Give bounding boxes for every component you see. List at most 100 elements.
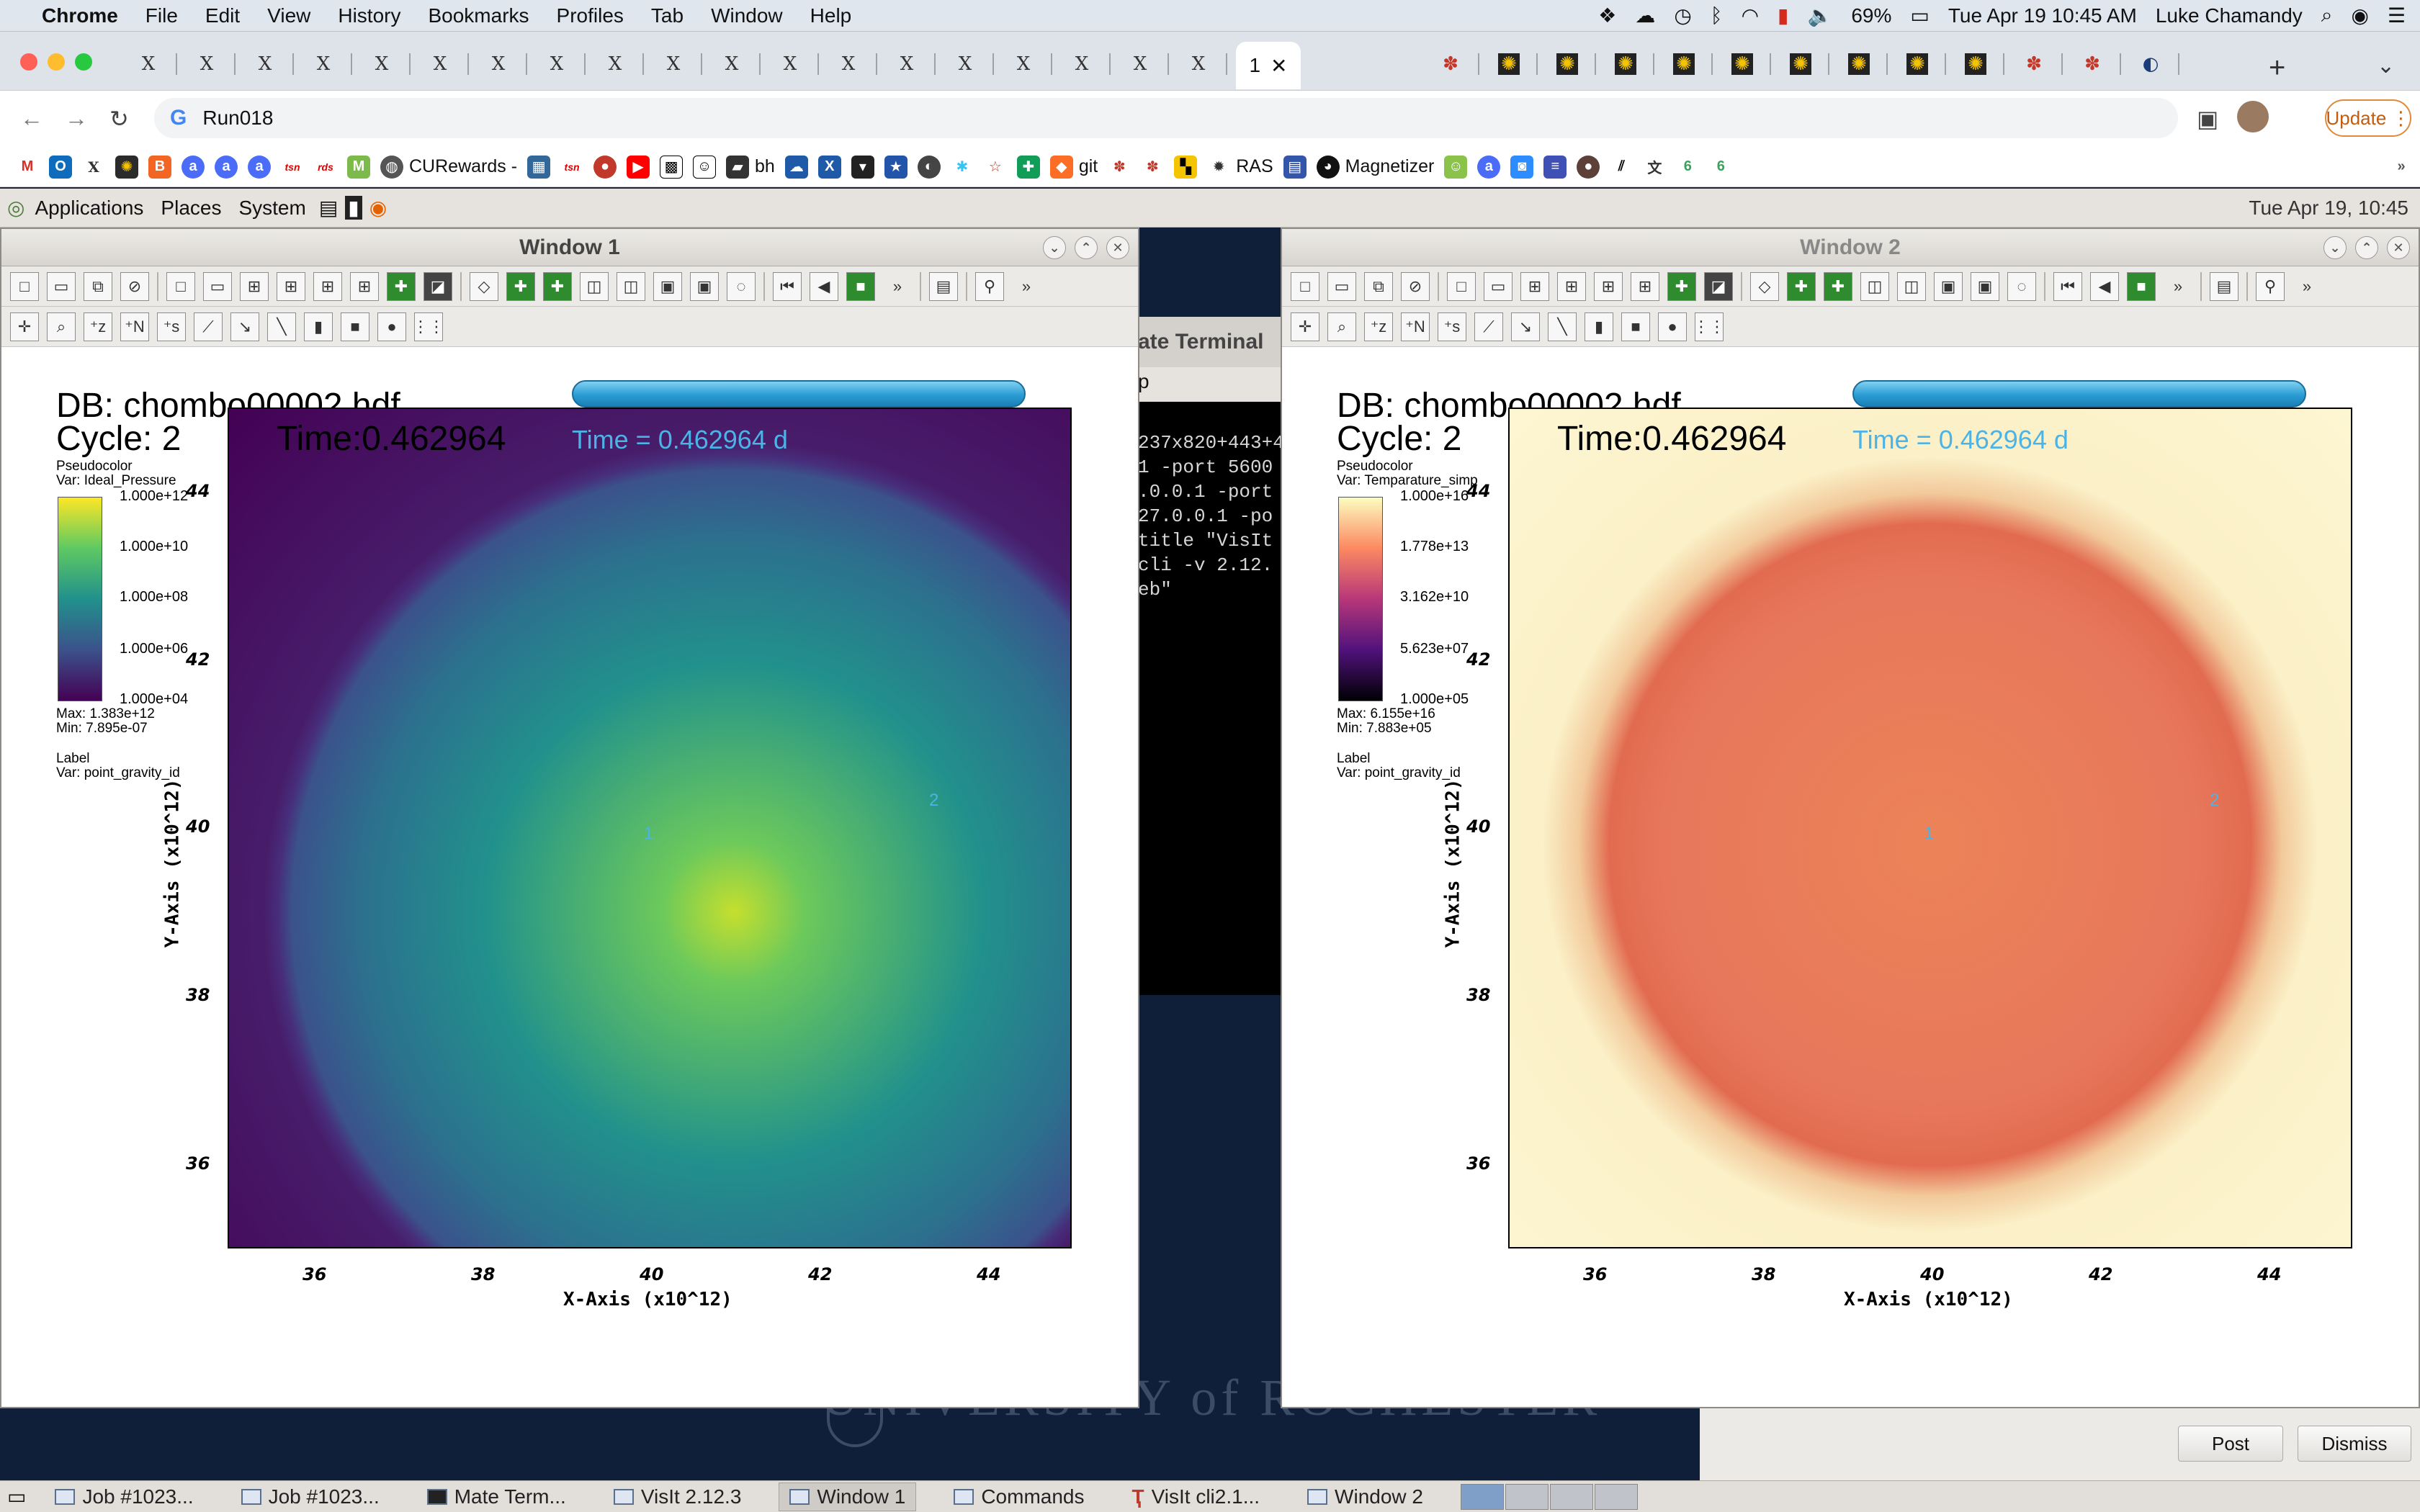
post-button[interactable]: Post [2178, 1426, 2283, 1462]
window-1-titlebar[interactable]: Window 1 ⌄ ⌃ ✕ [1, 229, 1138, 266]
tab[interactable]: X [295, 43, 352, 85]
tab[interactable]: X [995, 43, 1052, 85]
taskbar-item[interactable]: Mate Term... [417, 1482, 576, 1511]
flag-icon[interactable]: ▮ [1778, 4, 1788, 27]
menu-edit[interactable]: Edit [205, 4, 240, 27]
bookmark-a-icon[interactable]: a [182, 155, 205, 179]
firefox-launcher-icon[interactable]: ◉ [369, 196, 387, 220]
menubar-user[interactable]: Luke Chamandy [2156, 4, 2303, 27]
tab[interactable]: ✺ [1713, 43, 1771, 85]
volume-icon[interactable]: 🔈 [1807, 4, 1832, 27]
menu-help[interactable]: Help [810, 4, 852, 27]
toolbar-tool-icon[interactable]: ↘ [1511, 312, 1540, 341]
nasa-ads-icon[interactable]: ✺ [115, 155, 138, 179]
reload-button[interactable]: ↻ [109, 105, 129, 132]
toolbar-tool-icon[interactable]: ◇ [1750, 271, 1779, 301]
toolbar-tool-icon[interactable]: » [2164, 272, 2192, 301]
toolbar-tool-icon[interactable]: ⋮⋮ [413, 312, 444, 341]
toolbar-tool-icon[interactable]: ⊞ [350, 271, 379, 301]
minimize-icon[interactable]: ⌄ [2323, 236, 2347, 259]
tsn-icon[interactable]: tsn [281, 155, 304, 179]
menu-window[interactable]: Window [711, 4, 783, 27]
toolbar-tool-icon[interactable]: ▭ [203, 271, 232, 301]
menubar-datetime[interactable]: Tue Apr 19 10:45 AM [1948, 4, 2137, 27]
tab[interactable]: X [820, 43, 877, 85]
menu-history[interactable]: History [338, 4, 400, 27]
bookmark-translate-icon[interactable]: 文 [1643, 155, 1667, 179]
bookmark-green-icon[interactable]: 6 [1676, 155, 1700, 179]
siri-icon[interactable]: ◉ [2351, 4, 2368, 27]
dropbox-icon[interactable]: ❖ [1598, 4, 1616, 27]
paw2-icon[interactable]: ✽ [1141, 155, 1165, 179]
toolbar-tool-icon[interactable]: ✚ [1787, 271, 1816, 301]
bookmark-slash-icon[interactable]: ⫽ [1610, 155, 1634, 179]
omnibox-text[interactable]: Run018 [202, 107, 273, 130]
bookmark-x-icon[interactable]: X [817, 155, 841, 179]
bookmark-doc-icon[interactable]: ≡ [1543, 155, 1567, 179]
battery-percent[interactable]: 69% [1851, 4, 1891, 27]
toolbar-tool-icon[interactable]: ⌕ [1327, 312, 1356, 341]
toolbar-tool-icon[interactable]: ⊘ [1401, 271, 1430, 301]
toolbar-tool-icon[interactable]: ⊘ [120, 271, 149, 301]
toolbar-tool-icon[interactable]: ⧉ [84, 271, 112, 301]
toolbar-tool-icon[interactable]: » [1012, 272, 1041, 301]
tab-search-icon[interactable]: ⌄ [2377, 53, 2395, 78]
slack-icon[interactable]: ✱ [950, 155, 974, 179]
panel-clock[interactable]: Tue Apr 19, 10:45 [2249, 197, 2408, 220]
tab[interactable]: X [878, 43, 936, 85]
toolbar-tool-icon[interactable]: ⁺s [1438, 312, 1466, 341]
toolbar-tool-icon[interactable]: ⊞ [1520, 271, 1549, 301]
toolbar-tool-icon[interactable]: ◇ [470, 271, 498, 301]
side-panel-icon[interactable]: ▣ [2197, 105, 2218, 132]
tab[interactable]: X [936, 43, 994, 85]
toolbar-tool-icon[interactable]: ▤ [929, 271, 958, 301]
toolbar-tool-icon[interactable]: ◀ [810, 271, 838, 301]
toolbar-tool-icon[interactable]: ▤ [2210, 271, 2238, 301]
toolbar-tool-icon[interactable]: ▮ [1585, 312, 1613, 341]
menu-tab[interactable]: Tab [651, 4, 684, 27]
toolbar-tool-icon[interactable]: ⏮ [773, 271, 802, 301]
toolbar-tool-icon[interactable]: ╲ [1548, 312, 1577, 341]
tab[interactable]: X [1111, 43, 1169, 85]
menu-app-name[interactable]: Chrome [42, 4, 118, 27]
taskbar-item-active[interactable]: Window 1 [779, 1482, 917, 1511]
new-tab-button[interactable]: + [2269, 52, 2285, 84]
toolbar-tool-icon[interactable]: ◫ [1897, 271, 1926, 301]
paw-icon[interactable]: ✽ [1108, 155, 1131, 179]
wifi-icon[interactable]: ◠ [1742, 4, 1759, 27]
tab[interactable]: X [703, 43, 761, 85]
back-button[interactable]: ← [20, 105, 43, 132]
update-button[interactable]: Update ⋮ [2325, 99, 2411, 137]
taskbar-item[interactable]: Job #1023... [231, 1482, 390, 1511]
maximize-icon[interactable]: ⌃ [1075, 236, 1098, 259]
toolbar-tool-icon[interactable]: ✚ [506, 271, 535, 301]
tab[interactable]: ✺ [1772, 43, 1829, 85]
bookmark-blue-icon[interactable]: ☁ [784, 155, 808, 179]
window-2-viewport[interactable]: DB: chombo00002.hdf Cycle: 2 Time:0.4629… [1282, 348, 2419, 1407]
window-2-titlebar[interactable]: Window 2 ⌄ ⌃ ✕ [1282, 229, 2419, 266]
terminal-output[interactable]: 237x820+443+4 1 -port 5600 .0.0.1 -port … [1138, 318, 1283, 995]
toolbar-tool-icon[interactable]: ■ [846, 271, 875, 301]
dismiss-button[interactable]: Dismiss [2298, 1426, 2411, 1462]
toolbar-tool-icon[interactable]: ◫ [1860, 271, 1889, 301]
toolbar-tool-icon[interactable]: ✛ [10, 312, 39, 341]
tab[interactable]: ✺ [1538, 43, 1596, 85]
tab[interactable]: X [236, 43, 294, 85]
tab[interactable]: X [645, 43, 702, 85]
menu-file[interactable]: File [145, 4, 178, 27]
toolbar-tool-icon[interactable]: ⊞ [277, 271, 305, 301]
tab[interactable]: ✺ [1947, 43, 2004, 85]
tab[interactable]: ✺ [1480, 43, 1538, 85]
toolbar-tool-icon[interactable]: ⋮⋮ [1693, 312, 1725, 341]
bluetooth-icon[interactable]: ᛒ [1711, 4, 1723, 27]
toolbar-tool-icon[interactable]: ⊞ [1631, 271, 1659, 301]
toolbar-tool-icon[interactable]: ◀ [2090, 271, 2119, 301]
time-machine-icon[interactable]: ◷ [1674, 4, 1691, 27]
taskbar-item[interactable]: VisIt 2.12.3 [604, 1482, 752, 1511]
tab[interactable]: ◐ [2122, 43, 2179, 85]
tab[interactable]: ✽ [2063, 43, 2121, 85]
toolbar-tool-icon[interactable]: ▭ [47, 271, 76, 301]
zoom-icon[interactable]: ◙ [1510, 155, 1534, 179]
workspace-1[interactable] [1460, 1483, 1504, 1510]
tab[interactable]: X [411, 43, 469, 85]
